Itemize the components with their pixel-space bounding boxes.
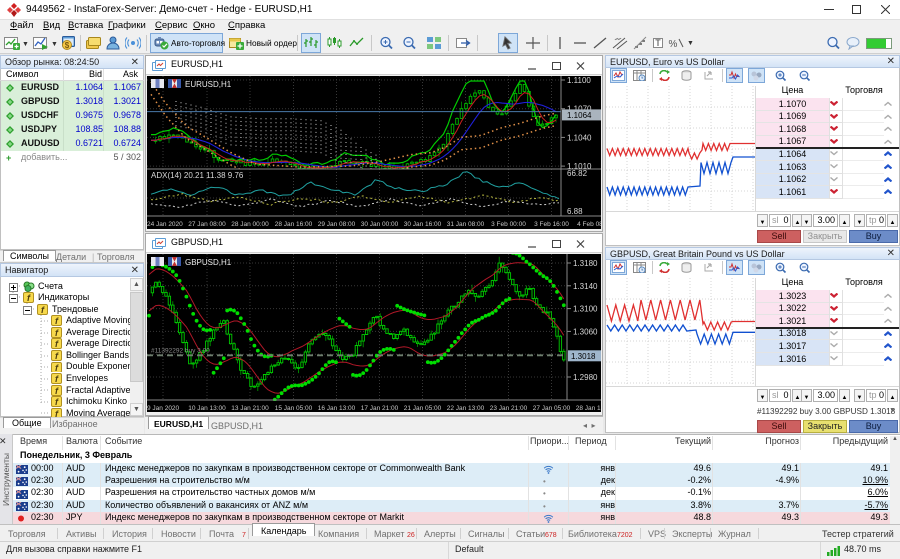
svg-text:1.1100: 1.1100 (567, 76, 591, 85)
svg-text:30 Jan 16:00: 30 Jan 16:00 (404, 221, 442, 228)
svg-text:ADX(14) 20.21 11.38 9.76: ADX(14) 20.21 11.38 9.76 (151, 171, 244, 180)
svg-text:1.3018: 1.3018 (571, 352, 596, 361)
svg-text:24 Jan 2020: 24 Jan 2020 (147, 221, 183, 228)
svg-text:9 Jan 2020: 9 Jan 2020 (147, 405, 180, 412)
svg-text:1.1064: 1.1064 (567, 111, 592, 120)
svg-text:1.3180: 1.3180 (573, 259, 598, 268)
svg-text:27 Jan 05:00: 27 Jan 05:00 (533, 405, 571, 412)
svg-text:28 Jan 16:00: 28 Jan 16:00 (275, 221, 313, 228)
svg-text:10 Jan 13:00: 10 Jan 13:00 (188, 405, 226, 412)
svg-text:T: T (655, 38, 661, 48)
svg-text:#11392292 buy 3.00: #11392292 buy 3.00 (151, 347, 210, 354)
svg-text:66.82: 66.82 (567, 169, 588, 178)
svg-text:$: $ (65, 41, 70, 50)
svg-text:22 Jan 13:00: 22 Jan 13:00 (447, 405, 485, 412)
svg-text:15 Jan 05:00: 15 Jan 05:00 (275, 405, 313, 412)
svg-text:1.3060: 1.3060 (573, 327, 598, 336)
svg-text:29 Jan 08:00: 29 Jan 08:00 (318, 221, 356, 228)
svg-text:1.3100: 1.3100 (573, 305, 598, 314)
svg-text:28 Jan 00:00: 28 Jan 00:00 (231, 221, 269, 228)
svg-text:30 Jan 00:00: 30 Jan 00:00 (361, 221, 399, 228)
svg-text:1.1040: 1.1040 (567, 133, 592, 142)
svg-text:EURUSD,H1: EURUSD,H1 (185, 80, 232, 89)
svg-text:17 Jan 21:00: 17 Jan 21:00 (361, 405, 399, 412)
svg-text:27 Jan 08:00: 27 Jan 08:00 (188, 221, 226, 228)
svg-text:3 Feb 00:00: 3 Feb 00:00 (491, 221, 526, 228)
svg-text:4 Feb 08:00: 4 Feb 08:00 (577, 221, 601, 228)
svg-text:1.3140: 1.3140 (573, 282, 598, 291)
svg-text:6.88: 6.88 (567, 207, 583, 216)
svg-text:28 Jan 13:00: 28 Jan 13:00 (576, 405, 601, 412)
svg-text:GBPUSD,H1: GBPUSD,H1 (185, 258, 232, 267)
svg-text:13 Jan 21:00: 13 Jan 21:00 (231, 405, 269, 412)
svg-text:21 Jan 05:00: 21 Jan 05:00 (404, 405, 442, 412)
svg-text:31 Jan 08:00: 31 Jan 08:00 (447, 221, 485, 228)
svg-text:16 Jan 13:00: 16 Jan 13:00 (318, 405, 356, 412)
svg-text:3 Feb 16:00: 3 Feb 16:00 (534, 221, 569, 228)
svg-text:%: % (669, 39, 678, 50)
svg-text:23 Jan 21:00: 23 Jan 21:00 (490, 405, 528, 412)
svg-text:1.2980: 1.2980 (573, 373, 598, 382)
